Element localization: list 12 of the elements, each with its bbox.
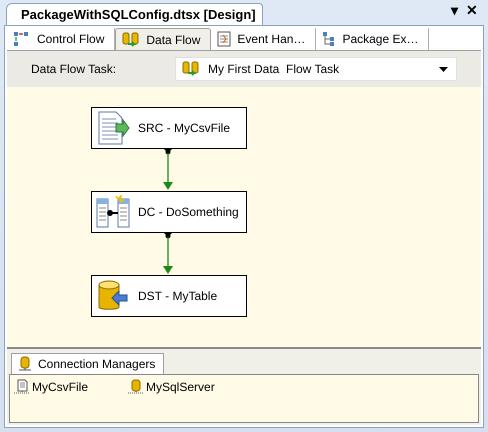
document-tab[interactable]: PackageWithSQLConfig.dtsx [Design]	[6, 3, 263, 25]
task-dropdown[interactable]: My First Data Flow Task	[175, 57, 457, 81]
dropdown-icon[interactable]: ▾	[451, 2, 458, 18]
designer-tab[interactable]: Data Flow	[115, 28, 212, 50]
task-label: Data Flow Task:	[31, 62, 118, 76]
component-node[interactable]: SRC - MyCsvFile	[91, 107, 247, 149]
connection-item[interactable]: MyCsvFile	[14, 379, 88, 395]
connection-managers-tab[interactable]: Connection Managers	[11, 353, 164, 374]
connection-item[interactable]: MySqlServer	[128, 379, 215, 395]
close-icon[interactable]: ✕	[466, 2, 478, 18]
component-node[interactable]: DST - MyTable	[91, 275, 247, 317]
component-node[interactable]: DC - DoSomething	[91, 191, 247, 233]
